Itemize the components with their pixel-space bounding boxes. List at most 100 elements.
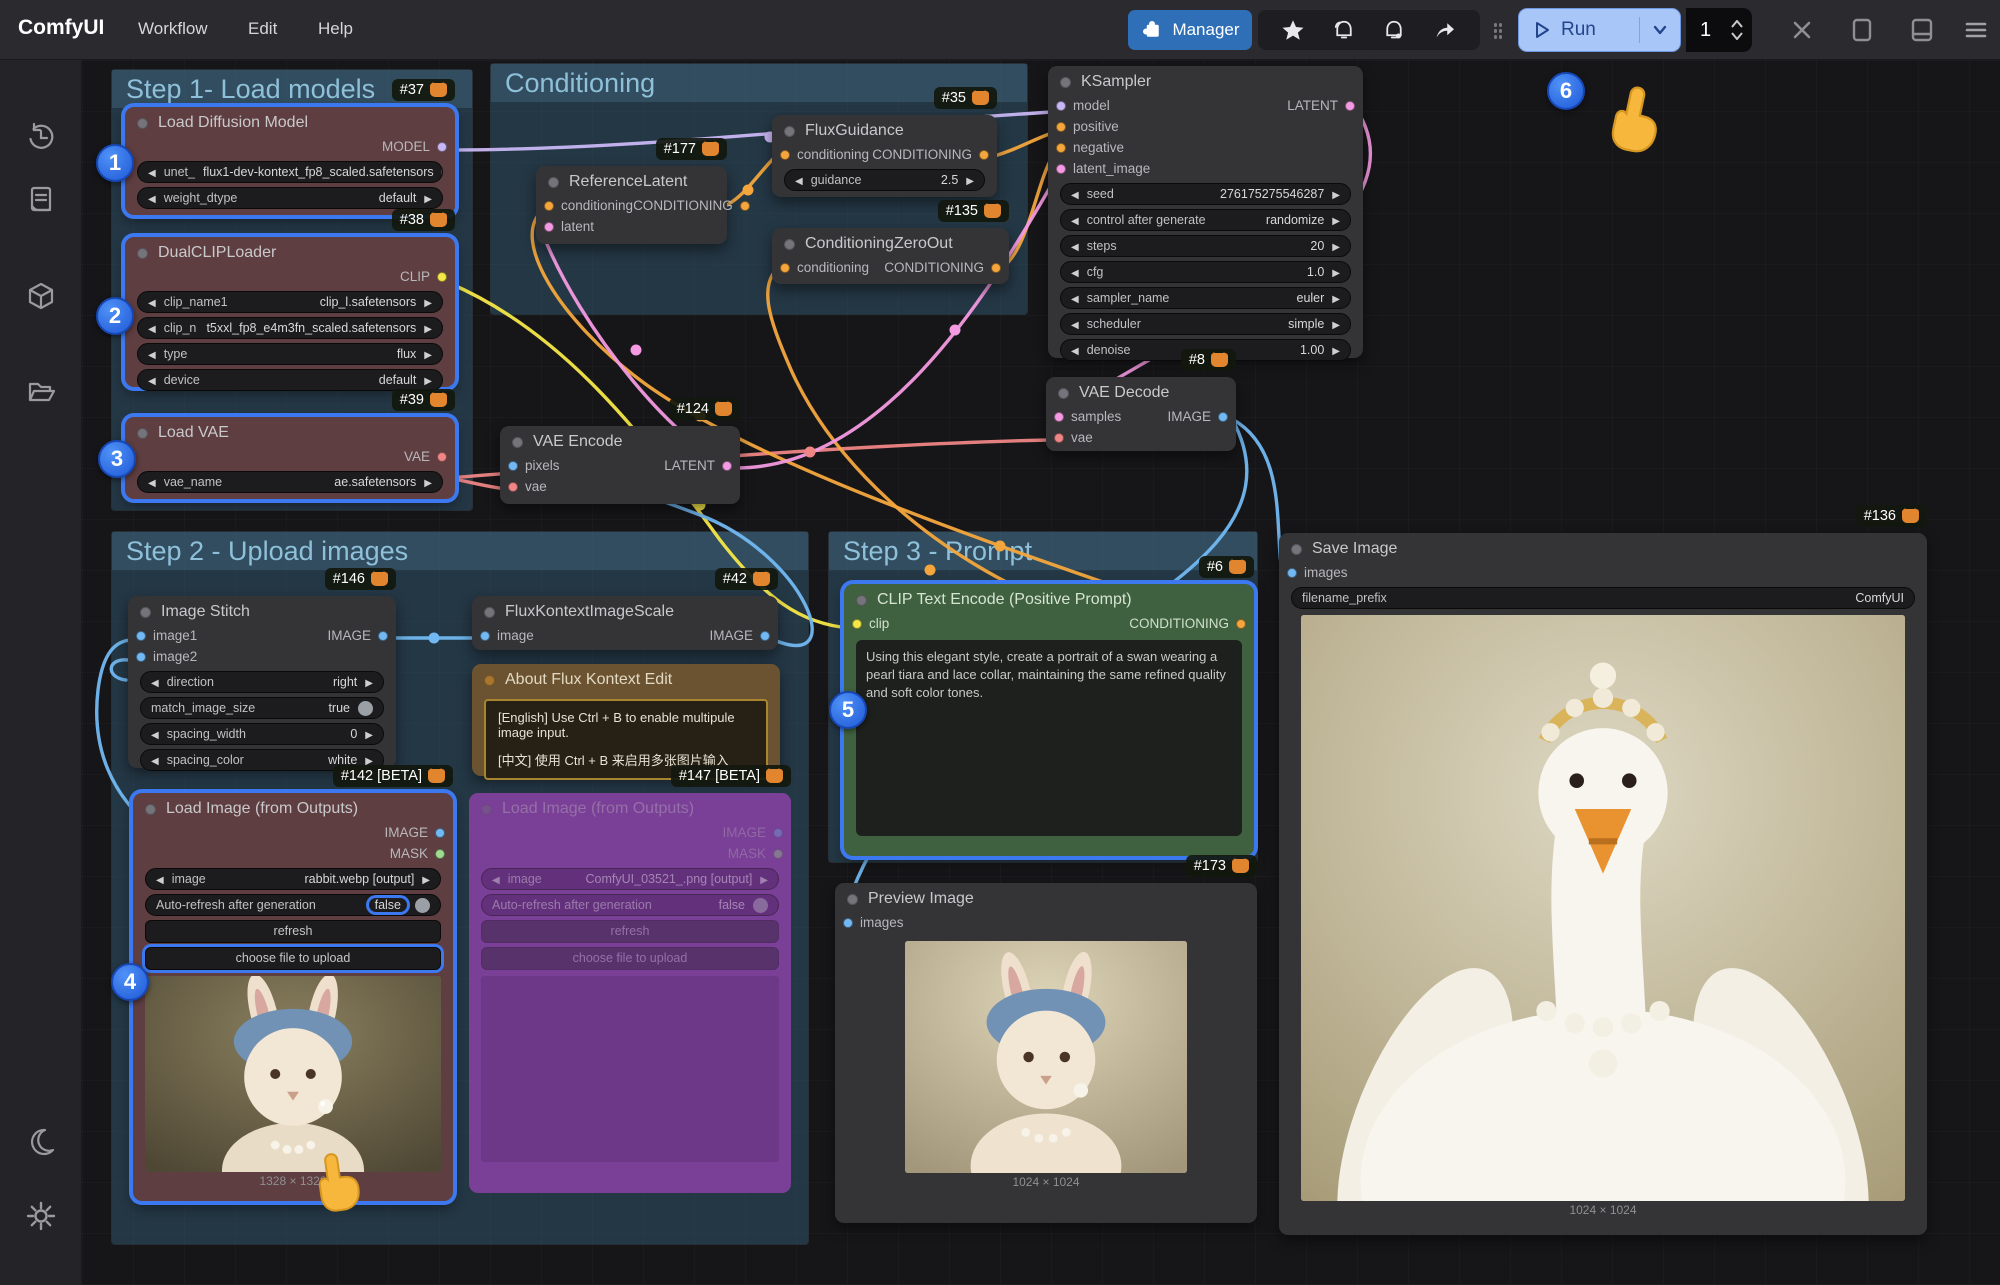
input-slot-vae[interactable]: vae <box>1054 430 1093 445</box>
slot-dot[interactable] <box>780 150 790 160</box>
settings-gear-icon[interactable] <box>25 1200 57 1232</box>
output-slot-conditioning[interactable]: CONDITIONING <box>1129 616 1246 631</box>
output-slot-image[interactable]: IMAGE <box>327 628 388 643</box>
menu-button[interactable] <box>1962 16 1990 44</box>
app-logo[interactable]: ComfyUI <box>18 16 104 40</box>
decrement-arrow-icon[interactable] <box>1071 213 1079 227</box>
share-icon[interactable] <box>1433 18 1457 42</box>
group-title[interactable]: Step 3 - Prompt <box>829 532 1257 570</box>
close-button[interactable] <box>1788 16 1816 44</box>
collapse-dot[interactable] <box>140 607 151 618</box>
slot-dot[interactable] <box>378 631 388 641</box>
refresh-button[interactable]: refresh <box>481 920 779 943</box>
output-slot-conditioning[interactable]: CONDITIONING <box>872 147 989 162</box>
node-load-vae[interactable]: #39 Load VAE VAE vae_nameae.safetensors <box>125 417 455 499</box>
decrement-arrow-icon[interactable] <box>148 165 156 179</box>
increment-arrow-icon[interactable] <box>442 165 443 179</box>
decrement-arrow-icon[interactable] <box>156 872 164 886</box>
collapse-dot[interactable] <box>784 126 795 137</box>
slot-dot[interactable] <box>544 201 554 211</box>
slot-dot[interactable] <box>1218 412 1228 422</box>
widget-guidance[interactable]: guidance2.5 <box>784 169 985 191</box>
increment-arrow-icon[interactable] <box>424 347 432 361</box>
history-icon[interactable] <box>25 121 57 153</box>
increment-arrow-icon[interactable] <box>424 295 432 309</box>
slot-dot[interactable] <box>1345 101 1355 111</box>
output-slot-image[interactable]: IMAGE <box>722 825 783 840</box>
slot-dot[interactable] <box>435 849 445 859</box>
decrement-chevron-icon[interactable] <box>1730 32 1744 40</box>
bell-icon[interactable] <box>1332 18 1356 42</box>
node-preview-image[interactable]: #173 Preview Image images 102 <box>835 883 1257 1223</box>
increment-arrow-icon[interactable] <box>422 872 430 886</box>
slot-dot[interactable] <box>508 461 518 471</box>
chevron-down-icon[interactable] <box>1650 20 1670 40</box>
decrement-arrow-icon[interactable] <box>148 475 156 489</box>
output-slot-model[interactable]: MODEL <box>382 139 447 154</box>
decrement-arrow-icon[interactable] <box>795 173 803 187</box>
output-slot-conditioning[interactable]: CONDITIONING <box>884 260 1001 275</box>
panel-toggle-button[interactable] <box>1908 16 1936 44</box>
collapse-dot[interactable] <box>484 607 495 618</box>
increment-arrow-icon[interactable] <box>365 727 373 741</box>
slot-dot[interactable] <box>722 461 732 471</box>
collapse-dot[interactable] <box>856 595 867 606</box>
increment-arrow-icon[interactable] <box>1332 317 1340 331</box>
slot-dot[interactable] <box>136 631 146 641</box>
node-ksampler[interactable]: #31 KSampler model LATENT positive negat… <box>1048 66 1363 358</box>
node-vae-encode[interactable]: #124 VAE Encode pixels LATENT vae <box>500 426 740 504</box>
collapse-dot[interactable] <box>847 894 858 905</box>
menu-workflow[interactable]: Workflow <box>138 19 208 39</box>
output-slot-conditioning[interactable]: CONDITIONING <box>633 198 750 213</box>
decrement-arrow-icon[interactable] <box>151 753 159 767</box>
output-slot-image[interactable]: IMAGE <box>384 825 445 840</box>
decrement-arrow-icon[interactable] <box>1071 317 1079 331</box>
collapse-dot[interactable] <box>137 118 148 129</box>
input-slot-clip[interactable]: clip <box>852 616 889 631</box>
canvas-toggle-button[interactable] <box>1848 16 1876 44</box>
collapse-dot[interactable] <box>1291 544 1302 555</box>
image-preview-rabbit[interactable] <box>145 976 441 1172</box>
widget-auto-refresh[interactable]: Auto-refresh after generationfalse <box>481 894 779 916</box>
slot-dot[interactable] <box>1236 619 1246 629</box>
collapse-dot[interactable] <box>1060 77 1071 88</box>
slot-dot[interactable] <box>437 142 447 152</box>
image-preview-rabbit-result[interactable] <box>905 941 1187 1173</box>
increment-arrow-icon[interactable] <box>966 173 974 187</box>
manager-button[interactable]: Manager <box>1128 10 1252 50</box>
input-slot-images[interactable]: images <box>843 915 904 930</box>
output-slot-image[interactable]: IMAGE <box>709 628 770 643</box>
node-reference-latent[interactable]: #177 ReferenceLatent conditioning CONDIT… <box>536 166 727 244</box>
input-slot-negative[interactable]: negative <box>1056 140 1124 155</box>
input-slot-conditioning[interactable]: conditioning <box>780 260 869 275</box>
node-dual-clip-loader[interactable]: #38 DualCLIPLoader CLIP clip_name1clip_l… <box>125 237 455 387</box>
widget-steps[interactable]: steps20 <box>1060 235 1351 257</box>
input-slot-latent[interactable]: latent <box>544 219 594 234</box>
output-slot-latent[interactable]: LATENT <box>1287 98 1355 113</box>
widget-cfg[interactable]: cfg1.0 <box>1060 261 1351 283</box>
bell-alt-icon[interactable] <box>1382 18 1406 42</box>
slot-dot[interactable] <box>773 849 783 859</box>
input-slot-images[interactable]: images <box>1287 565 1348 580</box>
node-library-cube-icon[interactable] <box>25 280 57 312</box>
slot-dot[interactable] <box>852 619 862 629</box>
slot-dot[interactable] <box>437 452 447 462</box>
decrement-arrow-icon[interactable] <box>148 321 156 335</box>
input-slot-conditioning[interactable]: conditioning <box>780 147 869 162</box>
slot-dot[interactable] <box>740 201 750 211</box>
slot-dot[interactable] <box>508 482 518 492</box>
output-slot-mask[interactable]: MASK <box>728 846 783 861</box>
star-icon[interactable] <box>1281 18 1305 42</box>
slot-dot[interactable] <box>773 828 783 838</box>
collapse-dot[interactable] <box>137 428 148 439</box>
widget-device[interactable]: devicedefault <box>137 369 443 391</box>
collapse-dot[interactable] <box>784 239 795 250</box>
widget-image[interactable]: imagerabbit.webp [output] <box>145 868 441 890</box>
slot-dot[interactable] <box>1056 164 1066 174</box>
increment-arrow-icon[interactable] <box>424 191 432 205</box>
widget-filename-prefix[interactable]: filename_prefixComfyUI <box>1291 587 1915 609</box>
output-slot-mask[interactable]: MASK <box>390 846 445 861</box>
collapse-dot[interactable] <box>548 177 559 188</box>
collapse-dot[interactable] <box>1058 388 1069 399</box>
node-note-about-flux-kontext[interactable]: About Flux Kontext Edit [English] Use Ct… <box>472 664 780 776</box>
